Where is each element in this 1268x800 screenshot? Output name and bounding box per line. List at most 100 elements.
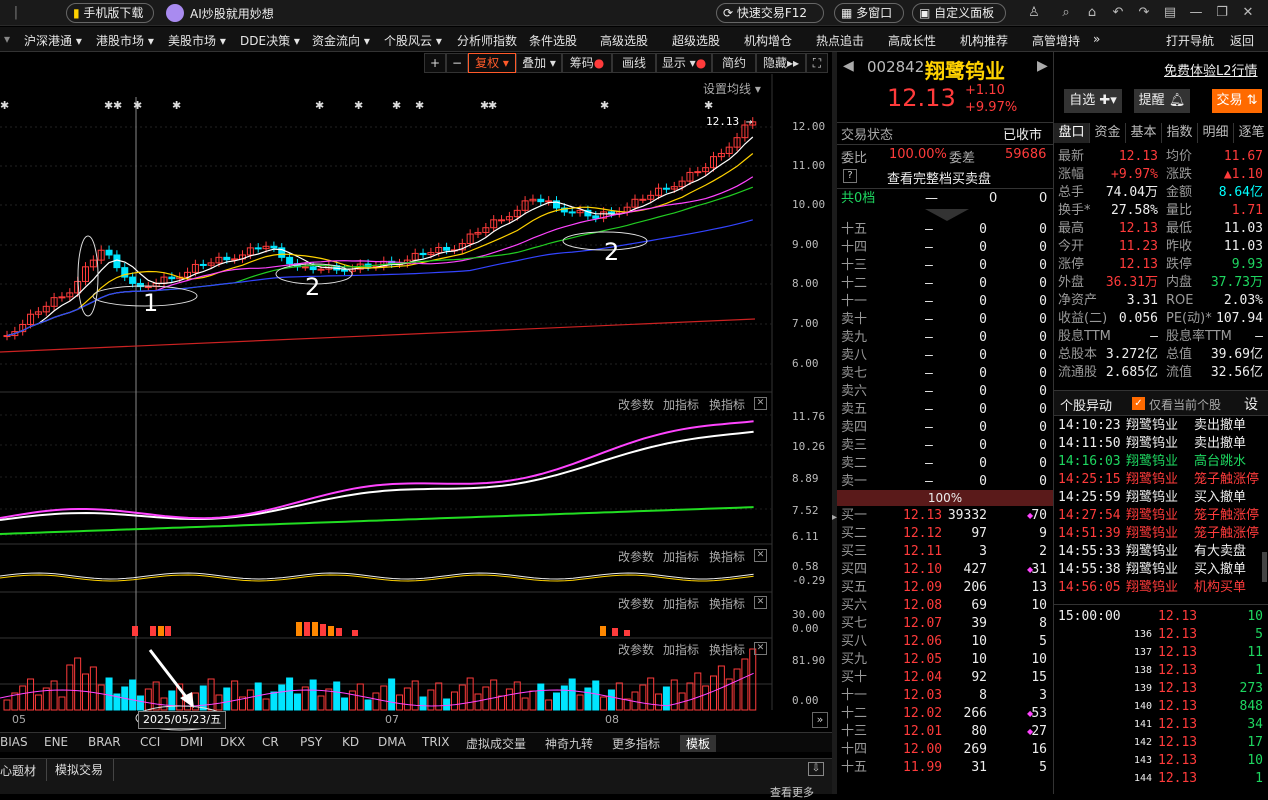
collapse-levels-icon[interactable] — [925, 209, 969, 221]
close-panel-icon[interactable]: ✕ — [754, 549, 767, 562]
alert-row[interactable]: 14:16:03 翔鹭钨业 高台跳水 — [1054, 453, 1268, 471]
volume-bar — [553, 692, 560, 711]
change-params-button[interactable]: 改参数 — [618, 396, 654, 413]
menu-item[interactable]: 个股风云 ▾ — [384, 32, 442, 49]
switch-indicator-button[interactable]: 换指标 — [709, 548, 745, 565]
help-icon[interactable]: ? — [843, 169, 857, 183]
restore-icon[interactable]: ❐ — [1214, 5, 1230, 21]
minimize-icon[interactable]: — — [1188, 5, 1204, 21]
l2-trial-link[interactable]: 免费体验L2行情 — [1164, 60, 1258, 79]
ai-robot-icon[interactable] — [166, 4, 184, 22]
menu-item[interactable]: 机构推荐 — [960, 32, 1008, 49]
search-icon[interactable]: ⌕ — [1058, 5, 1074, 21]
menu-item[interactable]: 资金流向 ▾ — [312, 32, 370, 49]
add-indicator-button[interactable]: 加指标 — [663, 548, 699, 565]
switch-indicator-button[interactable]: 换指标 — [709, 595, 745, 612]
alert-row[interactable]: 14:25:15 翔鹭钨业 笼子触涨停 — [1054, 471, 1268, 489]
indicator-tab[interactable]: 模板 — [680, 735, 717, 752]
user-icon[interactable]: ♙ — [1026, 5, 1042, 21]
indicator-tab[interactable]: DMI — [180, 735, 203, 749]
alert-button[interactable]: 提醒 🔔︎ — [1134, 89, 1190, 113]
tab-1[interactable]: 资金 — [1090, 123, 1126, 143]
menu-item[interactable]: 热点追击 — [816, 32, 864, 49]
alert-row[interactable]: 14:55:33 翔鹭钨业 有大卖盘 — [1054, 543, 1268, 561]
view-more-link[interactable]: 查看更多 — [770, 784, 814, 800]
multi-window-button[interactable]: ▦ 多窗口 — [834, 3, 904, 23]
menu-item[interactable]: 港股市场 ▾ — [96, 32, 154, 49]
ai-slogan-link[interactable]: AI炒股就用妙想 — [190, 5, 274, 22]
alert-row[interactable]: 14:27:54 翔鹭钨业 笼子触涨停 — [1054, 507, 1268, 525]
menu-item[interactable]: 高级选股 — [600, 32, 648, 49]
menu-item[interactable]: 高成长性 — [888, 32, 936, 49]
indicator-tab[interactable]: ENE — [44, 735, 68, 749]
menu-item[interactable]: 返回 — [1230, 32, 1254, 49]
checkbox-icon[interactable]: ✓ — [1132, 397, 1145, 410]
home-icon[interactable]: ⌂ — [1084, 5, 1100, 21]
next-stock-icon[interactable]: ▶ — [1037, 58, 1048, 74]
prev-stock-icon[interactable]: ◀ — [843, 58, 854, 74]
indicator-tab[interactable]: DMA — [378, 735, 406, 749]
close-panel-icon[interactable]: ✕ — [754, 397, 767, 410]
switch-indicator-button[interactable]: 换指标 — [709, 641, 745, 658]
indicator-tab[interactable]: 神奇九转 — [545, 735, 593, 752]
menu-item[interactable]: 高管增持 — [1032, 32, 1080, 49]
menu-item[interactable]: 条件选股 — [529, 32, 577, 49]
custom-panel-button[interactable]: ▣ 自定义面板 — [912, 3, 1006, 23]
alert-row[interactable]: 14:11:50 翔鹭钨业 卖出撤单 — [1054, 435, 1268, 453]
indicator-tab[interactable]: DKX — [220, 735, 245, 749]
settings-button[interactable]: 设 — [1244, 394, 1258, 414]
kline-chart-area[interactable]: + − 复权 ▾ 叠加 ▾ 筹码● 画线 显示 ▾● 简约 隐藏▸▸ ⛶ 设置均… — [0, 52, 832, 732]
tab-4[interactable]: 明细 — [1198, 123, 1234, 143]
tab-3[interactable]: 指数 — [1162, 123, 1198, 143]
redo-icon[interactable]: ↷ — [1136, 5, 1152, 21]
mobile-download-button[interactable]: ▮ 手机版下载 — [66, 3, 154, 23]
change-params-button[interactable]: 改参数 — [618, 595, 654, 612]
tab-5[interactable]: 逐笔 — [1234, 123, 1268, 143]
switch-indicator-button[interactable]: 换指标 — [709, 396, 745, 413]
indicator-tab[interactable]: BIAS — [0, 735, 28, 749]
alert-row[interactable]: 14:51:39 翔鹭钨业 笼子触涨停 — [1054, 525, 1268, 543]
alert-row[interactable]: 14:56:05 翔鹭钨业 机构买单 — [1054, 579, 1268, 597]
change-params-button[interactable]: 改参数 — [618, 548, 654, 565]
menu-item[interactable]: 打开导航 — [1166, 32, 1214, 49]
alert-row[interactable]: 14:25:59 翔鹭钨业 买入撤单 — [1054, 489, 1268, 507]
indicator-tab[interactable]: TRIX — [422, 735, 449, 749]
scroll-right-icon[interactable]: » — [812, 712, 828, 728]
close-panel-icon[interactable]: ✕ — [754, 596, 767, 609]
add-watchlist-button[interactable]: 自选 ✚▾ — [1064, 89, 1122, 113]
scrollbar[interactable] — [1262, 552, 1267, 582]
tab-0[interactable]: 盘口 — [1054, 123, 1090, 143]
menu-item[interactable]: DDE决策 ▾ — [240, 32, 300, 49]
indicator-tab[interactable]: KD — [342, 735, 359, 749]
menu-item[interactable]: 美股市场 ▾ — [168, 32, 226, 49]
indicator-tab[interactable]: CCI — [140, 735, 160, 749]
tab-2[interactable]: 基本 — [1126, 123, 1162, 143]
full-book-link[interactable]: 查看完整档买卖盘 — [887, 168, 991, 187]
indicator-tab[interactable]: BRAR — [88, 735, 121, 749]
tab-theme[interactable]: 心题材 — [0, 762, 36, 779]
close-panel-icon[interactable]: ✕ — [754, 642, 767, 655]
alert-row[interactable]: 14:55:38 翔鹭钨业 买入撤单 — [1054, 561, 1268, 579]
trade-button[interactable]: 交易 ⇅ — [1212, 89, 1262, 113]
undo-icon[interactable]: ↶ — [1110, 5, 1126, 21]
quick-trade-button[interactable]: ⟳ 快速交易F12 — [716, 3, 824, 23]
change-params-button[interactable]: 改参数 — [618, 641, 654, 658]
add-indicator-button[interactable]: 加指标 — [663, 396, 699, 413]
menu-item[interactable]: 超级选股 — [672, 32, 720, 49]
tab-simulated-trade[interactable]: 模拟交易 — [46, 759, 114, 781]
sell-level-label: 十二 — [841, 276, 868, 291]
skin-icon[interactable]: ▤ — [1162, 5, 1178, 21]
menu-item[interactable]: 分析师指数 — [457, 32, 517, 49]
alert-row[interactable]: 14:10:23 翔鹭钨业 卖出撤单 — [1054, 417, 1268, 435]
indicator-tab[interactable]: 虚拟成交量 — [466, 735, 526, 752]
add-indicator-button[interactable]: 加指标 — [663, 641, 699, 658]
close-icon[interactable]: ✕ — [1240, 5, 1256, 21]
indicator-tab[interactable]: 更多指标 — [612, 735, 660, 752]
indicator-tab[interactable]: PSY — [300, 735, 322, 749]
menu-item[interactable]: » — [1093, 32, 1100, 46]
download-icon[interactable]: ⇩ — [808, 762, 824, 776]
menu-item[interactable]: 机构增仓 — [744, 32, 792, 49]
add-indicator-button[interactable]: 加指标 — [663, 595, 699, 612]
indicator-tab[interactable]: CR — [262, 735, 279, 749]
menu-item[interactable]: 沪深港通 ▾ — [24, 32, 82, 49]
